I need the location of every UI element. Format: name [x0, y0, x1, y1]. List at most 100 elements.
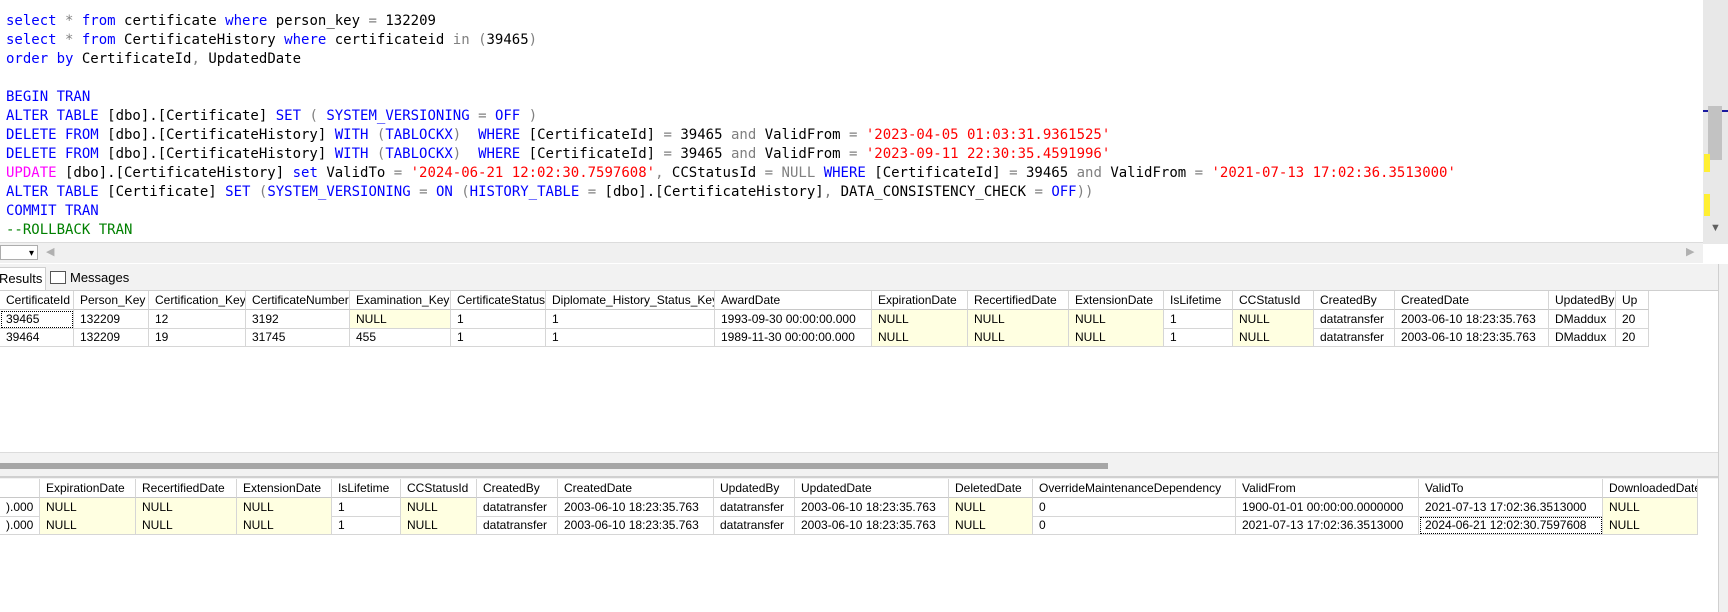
- table-cell[interactable]: ).000: [0, 498, 40, 517]
- table-cell[interactable]: NULL: [350, 310, 451, 329]
- table-cell[interactable]: NULL: [40, 516, 136, 535]
- table-cell[interactable]: 20: [1616, 310, 1649, 329]
- column-header[interactable]: UpdatedDate: [795, 479, 949, 498]
- column-header[interactable]: ValidFrom: [1236, 479, 1419, 498]
- table-cell[interactable]: NULL: [1233, 328, 1314, 347]
- column-header[interactable]: ExtensionDate: [1069, 291, 1164, 310]
- table-cell[interactable]: 132209: [74, 310, 149, 329]
- table-cell[interactable]: NULL: [872, 310, 968, 329]
- column-header[interactable]: Person_Key: [74, 291, 149, 310]
- column-header[interactable]: AwardDate: [715, 291, 872, 310]
- code-line[interactable]: ALTER TABLE [dbo].[Certificate] SET ( SY…: [6, 107, 1456, 126]
- column-header[interactable]: Diplomate_History_Status_Key: [546, 291, 715, 310]
- column-header[interactable]: CreatedDate: [1395, 291, 1549, 310]
- table-cell[interactable]: datatransfer: [1314, 328, 1395, 347]
- code-line[interactable]: select * from certificate where person_k…: [6, 12, 1456, 31]
- table-cell[interactable]: 1: [332, 516, 401, 535]
- column-header[interactable]: IsLifetime: [332, 479, 401, 498]
- table-cell[interactable]: NULL: [1603, 516, 1698, 535]
- column-header[interactable]: Certification_Key: [149, 291, 246, 310]
- code-line[interactable]: DELETE FROM [dbo].[CertificateHistory] W…: [6, 145, 1456, 164]
- column-header[interactable]: Examination_Key: [350, 291, 451, 310]
- code-line[interactable]: order by CertificateId, UpdatedDate: [6, 50, 1456, 69]
- table-cell[interactable]: NULL: [968, 310, 1069, 329]
- column-header[interactable]: CertificateId: [0, 291, 74, 310]
- table-cell[interactable]: 39464: [0, 328, 74, 347]
- table-cell[interactable]: DMaddux: [1549, 328, 1616, 347]
- table-cell[interactable]: 2003-06-10 18:23:35.763: [558, 516, 714, 535]
- code-line[interactable]: DELETE FROM [dbo].[CertificateHistory] W…: [6, 126, 1456, 145]
- table-cell[interactable]: 3192: [246, 310, 350, 329]
- column-header[interactable]: RecertifiedDate: [136, 479, 237, 498]
- table-cell[interactable]: 132209: [74, 328, 149, 347]
- table-cell[interactable]: NULL: [1603, 498, 1698, 517]
- column-header[interactable]: CreatedDate: [558, 479, 714, 498]
- table-cell[interactable]: datatransfer: [477, 516, 558, 535]
- table-cell[interactable]: ).000: [0, 516, 40, 535]
- table-cell[interactable]: 0: [1033, 516, 1236, 535]
- column-header[interactable]: Up: [1616, 291, 1649, 310]
- column-header[interactable]: CreatedBy: [1314, 291, 1395, 310]
- column-header[interactable]: UpdatedBy: [714, 479, 795, 498]
- table-cell[interactable]: 1989-11-30 00:00:00.000: [715, 328, 872, 347]
- scrollbar-thumb[interactable]: [1708, 106, 1722, 160]
- table-cell[interactable]: NULL: [1069, 310, 1164, 329]
- results-grid-certificate[interactable]: CertificateId Person_Key Certification_Key…: [0, 291, 1718, 452]
- column-header[interactable]: ExtensionDate: [237, 479, 332, 498]
- table-cell[interactable]: 12: [149, 310, 246, 329]
- editor-horizontal-scrollbar[interactable]: ▾ ◀ ▶: [0, 242, 1703, 263]
- column-header[interactable]: CertificateStatus: [451, 291, 546, 310]
- tab-results[interactable]: Results: [0, 267, 46, 290]
- code-line[interactable]: ALTER TABLE [Certificate] SET (SYSTEM_VE…: [6, 183, 1456, 202]
- column-header[interactable]: CreatedBy: [477, 479, 558, 498]
- code-line[interactable]: UPDATE [dbo].[CertificateHistory] set Va…: [6, 164, 1456, 183]
- code-line[interactable]: --ROLLBACK TRAN: [6, 221, 1456, 240]
- table-cell[interactable]: datatransfer: [477, 498, 558, 517]
- column-header[interactable]: UpdatedBy: [1549, 291, 1616, 310]
- grid-horizontal-scrollbar[interactable]: [0, 452, 1718, 479]
- code-line[interactable]: COMMIT TRAN: [6, 202, 1456, 221]
- table-cell[interactable]: NULL: [136, 498, 237, 517]
- zoom-dropdown[interactable]: ▾: [0, 245, 38, 260]
- table-cell[interactable]: 20: [1616, 328, 1649, 347]
- table-cell[interactable]: 2021-07-13 17:02:36.3513000: [1419, 498, 1603, 517]
- table-cell[interactable]: 1: [1164, 310, 1233, 329]
- table-cell[interactable]: NULL: [401, 516, 477, 535]
- table-cell[interactable]: NULL: [401, 498, 477, 517]
- table-cell[interactable]: 2024-06-21 12:02:30.7597608: [1419, 516, 1603, 535]
- table-cell[interactable]: 2003-06-10 18:23:35.763: [1395, 328, 1549, 347]
- column-header[interactable]: CCStatusId: [401, 479, 477, 498]
- results-grid-certificate-history[interactable]: ExpirationDate RecertifiedDate ExtensionDa…: [0, 479, 1718, 599]
- table-cell[interactable]: 19: [149, 328, 246, 347]
- table-cell[interactable]: 0: [1033, 498, 1236, 517]
- table-cell[interactable]: NULL: [40, 498, 136, 517]
- table-cell[interactable]: 1900-01-01 00:00:00.0000000: [1236, 498, 1419, 517]
- table-cell[interactable]: 1: [332, 498, 401, 517]
- table-cell[interactable]: NULL: [136, 516, 237, 535]
- table-cell[interactable]: datatransfer: [714, 516, 795, 535]
- column-header[interactable]: DeletedDate: [949, 479, 1033, 498]
- table-cell[interactable]: 1: [546, 328, 715, 347]
- grid-splitter[interactable]: [0, 476, 1718, 478]
- table-cell[interactable]: 455: [350, 328, 451, 347]
- table-cell[interactable]: datatransfer: [714, 498, 795, 517]
- table-cell[interactable]: 1993-09-30 00:00:00.000: [715, 310, 872, 329]
- column-header[interactable]: CertificateNumber: [246, 291, 350, 310]
- column-header[interactable]: ExpirationDate: [872, 291, 968, 310]
- table-cell[interactable]: NULL: [1233, 310, 1314, 329]
- table-cell[interactable]: 1: [546, 310, 715, 329]
- table-cell[interactable]: NULL: [1069, 328, 1164, 347]
- table-cell[interactable]: NULL: [237, 498, 332, 517]
- table-cell[interactable]: 2021-07-13 17:02:36.3513000: [1236, 516, 1419, 535]
- table-cell[interactable]: NULL: [968, 328, 1069, 347]
- column-header[interactable]: DownloadedDate: [1603, 479, 1698, 498]
- column-header[interactable]: ValidTo: [1419, 479, 1603, 498]
- column-header[interactable]: RecertifiedDate: [968, 291, 1069, 310]
- results-vertical-scrollbar[interactable]: [1718, 264, 1728, 612]
- scroll-right-arrow-icon[interactable]: ▶: [1686, 245, 1694, 258]
- column-header[interactable]: OverrideMaintenanceDependency: [1033, 479, 1236, 498]
- sql-code[interactable]: select * from certificate where person_k…: [6, 12, 1456, 240]
- editor-vertical-scrollbar[interactable]: ▼: [1703, 0, 1728, 244]
- table-cell[interactable]: 1: [451, 328, 546, 347]
- column-header[interactable]: [0, 479, 40, 498]
